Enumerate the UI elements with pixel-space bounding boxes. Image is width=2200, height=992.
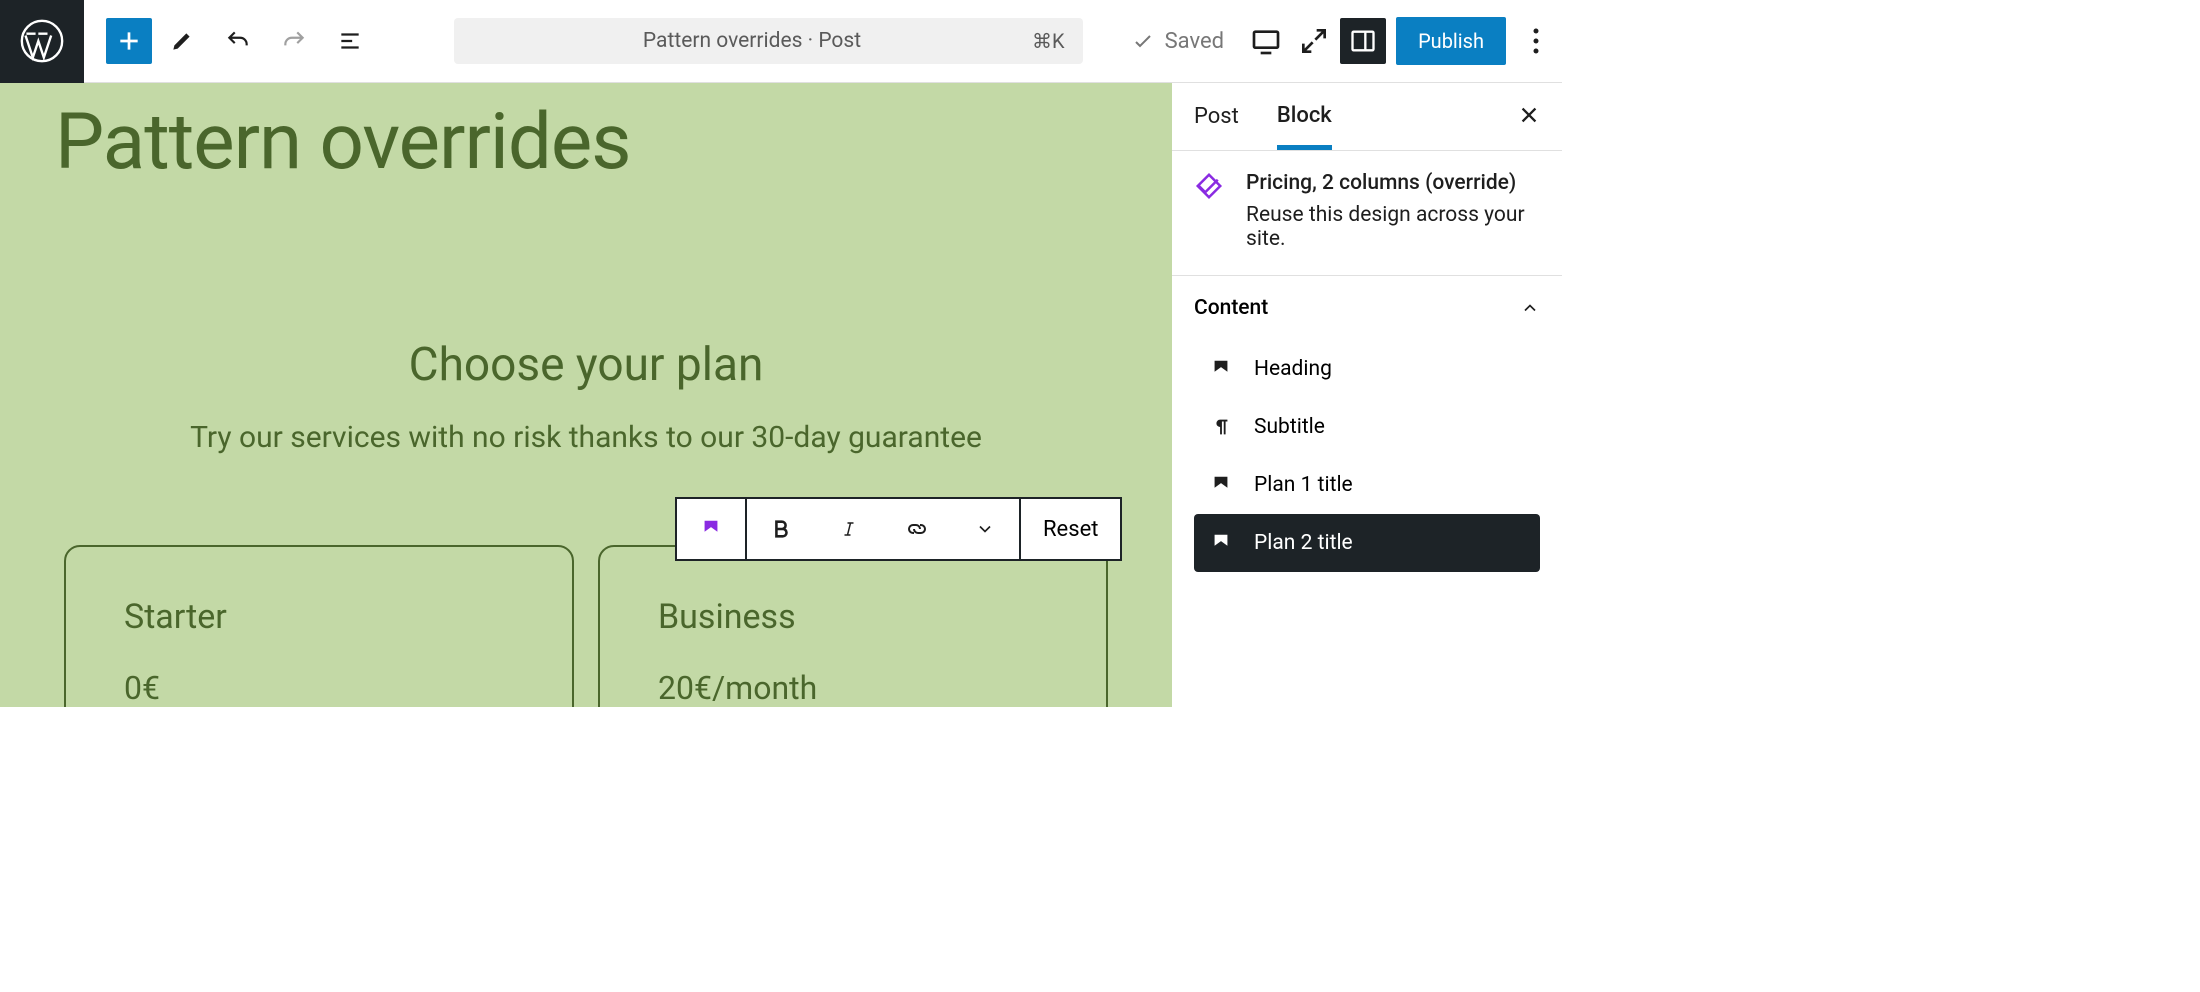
command-shortcut: ⌘K xyxy=(1032,29,1065,53)
content-item-heading[interactable]: Heading xyxy=(1194,340,1540,398)
block-toolbar: Reset xyxy=(675,497,1122,561)
wordpress-logo[interactable] xyxy=(0,0,84,83)
main-area: Pattern overrides Choose your plan Try o… xyxy=(0,83,1562,707)
redo-button[interactable] xyxy=(268,15,320,67)
tab-post[interactable]: Post xyxy=(1194,84,1239,149)
add-block-button[interactable] xyxy=(106,18,152,64)
link-button[interactable] xyxy=(883,499,951,559)
plan-2-title[interactable]: Business xyxy=(658,597,1048,637)
plan-1-title[interactable]: Starter xyxy=(124,597,514,637)
plan-card-1[interactable]: Starter 0€ xyxy=(64,545,574,707)
settings-sidebar: Post Block Pricing, 2 columns (override)… xyxy=(1172,83,1562,707)
block-name: Pricing, 2 columns (override) xyxy=(1246,171,1540,195)
block-description: Reuse this design across your site. xyxy=(1246,203,1540,251)
more-formatting-button[interactable] xyxy=(951,499,1019,559)
italic-button[interactable] xyxy=(815,499,883,559)
content-list: Heading Subtitle Plan 1 title Plan 2 tit… xyxy=(1172,340,1562,594)
tab-block[interactable]: Block xyxy=(1277,83,1332,150)
edit-tool-button[interactable] xyxy=(156,15,208,67)
block-info: Pricing, 2 columns (override) Reuse this… xyxy=(1172,151,1562,276)
content-panel-header[interactable]: Content xyxy=(1172,276,1562,340)
bold-button[interactable] xyxy=(747,499,815,559)
pattern-subtitle[interactable]: Try our services with no risk thanks to … xyxy=(55,420,1117,455)
saved-status: Saved xyxy=(1131,29,1224,54)
undo-button[interactable] xyxy=(212,15,264,67)
pattern-heading[interactable]: Choose your plan xyxy=(55,338,1117,392)
reset-button[interactable]: Reset xyxy=(1021,499,1120,559)
content-item-subtitle[interactable]: Subtitle xyxy=(1194,398,1540,456)
editor-canvas[interactable]: Pattern overrides Choose your plan Try o… xyxy=(0,83,1172,707)
heading-icon xyxy=(1210,532,1232,554)
pattern-icon xyxy=(1194,171,1224,251)
more-options-button[interactable] xyxy=(1516,17,1556,65)
close-sidebar-button[interactable] xyxy=(1518,104,1540,130)
settings-sidebar-toggle[interactable] xyxy=(1340,18,1386,64)
fullscreen-button[interactable] xyxy=(1290,17,1338,65)
document-bar[interactable]: Pattern overrides · Post ⌘K xyxy=(454,18,1083,64)
top-toolbar: Pattern overrides · Post ⌘K Saved Publis… xyxy=(0,0,1562,83)
heading-icon xyxy=(1210,358,1232,380)
sidebar-tabs: Post Block xyxy=(1172,83,1562,151)
plan-card-2[interactable]: Business 20€/month xyxy=(598,545,1108,707)
document-overview-button[interactable] xyxy=(324,15,376,67)
heading-icon xyxy=(1210,474,1232,496)
plan-1-price[interactable]: 0€ xyxy=(124,669,514,707)
content-item-plan-1-title[interactable]: Plan 1 title xyxy=(1194,456,1540,514)
content-item-plan-2-title[interactable]: Plan 2 title xyxy=(1194,514,1540,572)
chevron-up-icon xyxy=(1520,298,1540,318)
desktop-view-button[interactable] xyxy=(1242,17,1290,65)
plan-2-price[interactable]: 20€/month xyxy=(658,669,1048,707)
page-title[interactable]: Pattern overrides xyxy=(55,83,1117,188)
pricing-columns: Starter 0€ Business 20€/month xyxy=(55,545,1117,707)
block-type-icon[interactable] xyxy=(677,499,745,559)
document-title: Pattern overrides · Post xyxy=(472,29,1032,53)
publish-button[interactable]: Publish xyxy=(1396,17,1506,65)
content-panel: Content Heading Subtitle Plan 1 title xyxy=(1172,276,1562,594)
paragraph-icon xyxy=(1210,416,1232,438)
